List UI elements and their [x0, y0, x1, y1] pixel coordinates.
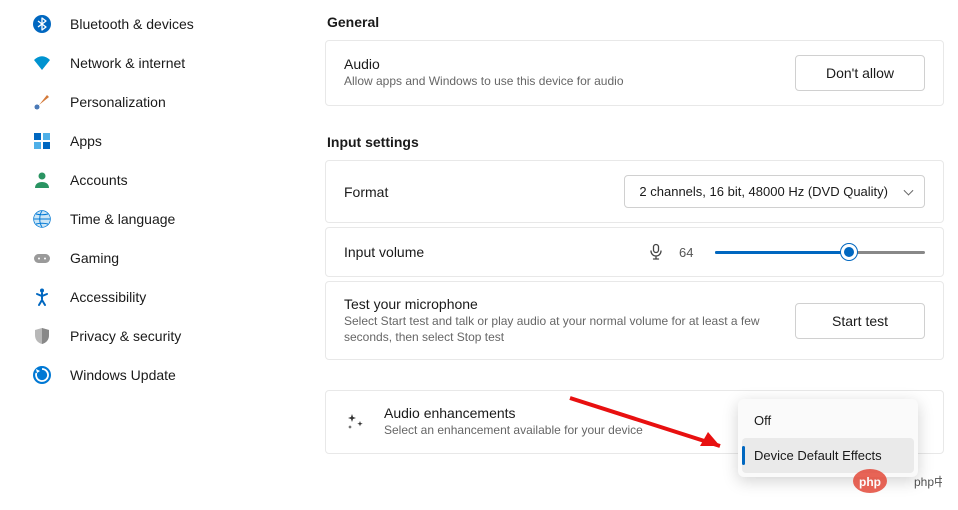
- volume-value: 64: [679, 245, 701, 260]
- sidebar-label: Privacy & security: [70, 328, 181, 344]
- input-settings-heading: Input settings: [327, 134, 944, 150]
- shield-icon: [32, 326, 52, 346]
- update-icon: [32, 365, 52, 385]
- enhancements-desc: Select an enhancement available for your…: [384, 423, 643, 439]
- start-test-button[interactable]: Start test: [795, 303, 925, 339]
- sidebar-label: Accessibility: [70, 289, 146, 305]
- dont-allow-button[interactable]: Don't allow: [795, 55, 925, 91]
- sidebar-label: Personalization: [70, 94, 166, 110]
- format-title: Format: [344, 184, 388, 200]
- format-dropdown[interactable]: 2 channels, 16 bit, 48000 Hz (DVD Qualit…: [624, 175, 925, 208]
- watermark: php php中文网: [852, 467, 942, 500]
- sidebar-item-network[interactable]: Network & internet: [6, 44, 284, 82]
- popup-option-off[interactable]: Off: [742, 403, 914, 438]
- sidebar-item-privacy[interactable]: Privacy & security: [6, 317, 284, 355]
- accessibility-icon: [32, 287, 52, 307]
- enhancements-title: Audio enhancements: [384, 405, 643, 421]
- sidebar-item-personalization[interactable]: Personalization: [6, 83, 284, 121]
- svg-text:php中文网: php中文网: [914, 474, 942, 489]
- audio-title: Audio: [344, 56, 624, 72]
- sidebar-item-bluetooth[interactable]: Bluetooth & devices: [6, 5, 284, 43]
- gamepad-icon: [32, 248, 52, 268]
- bluetooth-icon: [32, 14, 52, 34]
- volume-slider[interactable]: [715, 242, 925, 262]
- sidebar-label: Apps: [70, 133, 102, 149]
- audio-card[interactable]: Audio Allow apps and Windows to use this…: [325, 40, 944, 106]
- main-content: General Audio Allow apps and Windows to …: [325, 0, 944, 458]
- sidebar-label: Bluetooth & devices: [70, 16, 194, 32]
- brush-icon: [32, 92, 52, 112]
- sidebar-label: Network & internet: [70, 55, 185, 71]
- sidebar-label: Accounts: [70, 172, 128, 188]
- microphone-icon: [647, 243, 665, 261]
- sidebar-label: Time & language: [70, 211, 175, 227]
- sidebar-item-accounts[interactable]: Accounts: [6, 161, 284, 199]
- input-volume-card[interactable]: Input volume 64: [325, 227, 944, 277]
- sidebar-item-update[interactable]: Windows Update: [6, 356, 284, 394]
- sidebar-label: Gaming: [70, 250, 119, 266]
- svg-text:php: php: [859, 475, 881, 489]
- general-heading: General: [327, 14, 944, 30]
- sidebar-label: Windows Update: [70, 367, 176, 383]
- sidebar-item-apps[interactable]: Apps: [6, 122, 284, 160]
- format-card[interactable]: Format 2 channels, 16 bit, 48000 Hz (DVD…: [325, 160, 944, 223]
- sidebar-item-accessibility[interactable]: Accessibility: [6, 278, 284, 316]
- wifi-icon: [32, 53, 52, 73]
- audio-desc: Allow apps and Windows to use this devic…: [344, 74, 624, 90]
- sidebar-item-time[interactable]: Time & language: [6, 200, 284, 238]
- test-mic-desc: Select Start test and talk or play audio…: [344, 314, 764, 345]
- enhancements-dropdown-popup: Off Device Default Effects: [738, 399, 918, 477]
- sidebar: Bluetooth & devices Network & internet P…: [0, 0, 290, 399]
- person-icon: [32, 170, 52, 190]
- sidebar-item-gaming[interactable]: Gaming: [6, 239, 284, 277]
- apps-icon: [32, 131, 52, 151]
- test-mic-card[interactable]: Test your microphone Select Start test a…: [325, 281, 944, 360]
- test-mic-title: Test your microphone: [344, 296, 764, 312]
- input-volume-title: Input volume: [344, 244, 424, 260]
- sparkle-icon: [344, 411, 366, 433]
- clock-globe-icon: [32, 209, 52, 229]
